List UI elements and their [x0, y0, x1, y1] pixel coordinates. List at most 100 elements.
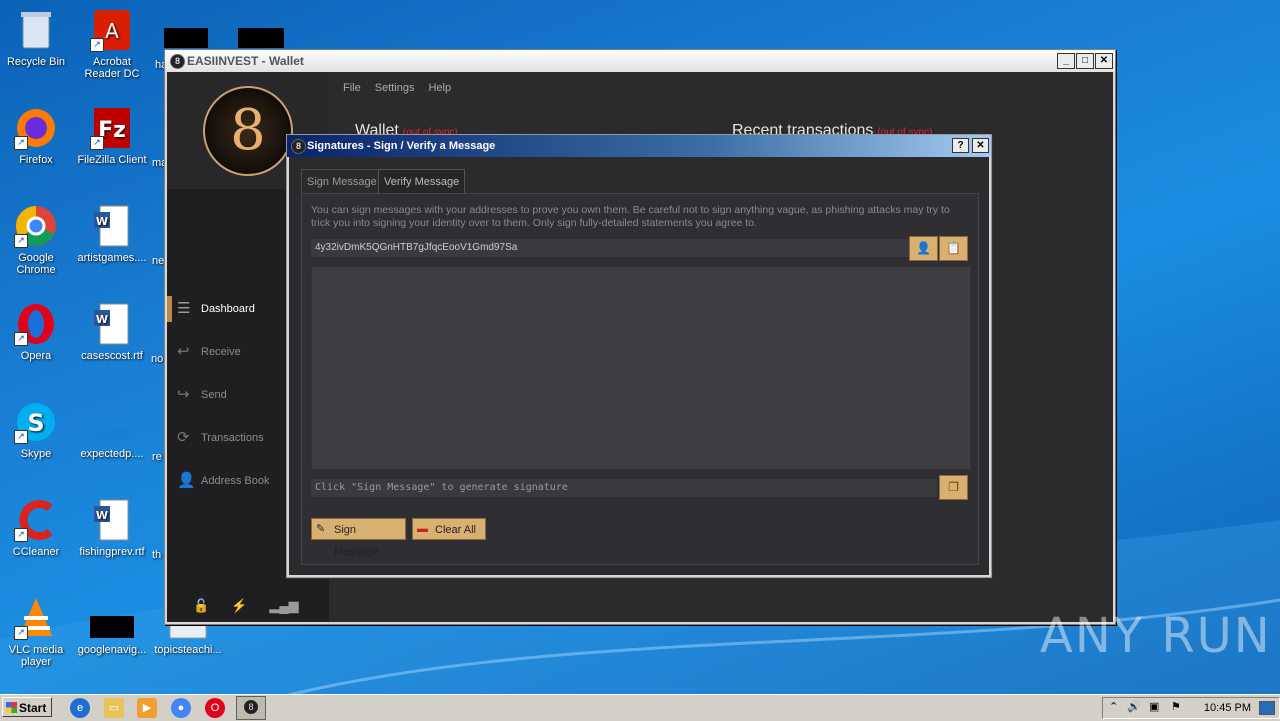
start-button[interactable]: Start — [2, 697, 52, 717]
partial-label: no — [151, 353, 164, 365]
desktop-icon-label: expectedp.... — [80, 448, 144, 460]
signal-icon[interactable]: ▂▄▆ — [269, 598, 298, 614]
desktop-icon-label: Google Chrome — [16, 252, 56, 276]
unlock-icon[interactable]: 🔓 — [193, 598, 209, 614]
dialog-close-button[interactable]: ✕ — [972, 138, 989, 153]
desktop-icon-casescost[interactable]: W casescost.rtf — [76, 302, 148, 362]
volume-icon[interactable]: 🔊 — [1127, 700, 1141, 713]
desktop-icon-recycle-bin[interactable]: Recycle Bin — [0, 8, 72, 68]
word-doc-icon: W — [90, 498, 134, 542]
minimize-button[interactable]: _ — [1057, 53, 1075, 69]
firefox-icon: ↗ — [14, 106, 58, 150]
desktop-icon-ccleaner[interactable]: ↗ CCleaner — [0, 498, 72, 558]
show-desktop-icon[interactable] — [1259, 701, 1275, 715]
clock[interactable]: 10:45 PM — [1204, 702, 1251, 714]
desktop-icon-label: artistgames.... — [77, 252, 147, 264]
person-icon: 👤 — [916, 241, 931, 255]
sign-message-button[interactable]: ✎ Sign Message — [311, 518, 406, 558]
folder-icon[interactable]: ▭ — [104, 698, 124, 718]
vlc-icon: ↗ — [14, 596, 58, 640]
chrome-icon: ↗ — [14, 204, 58, 248]
nav-label: Dashboard — [201, 303, 255, 315]
list-icon: ☰ — [177, 300, 191, 317]
opera-icon[interactable]: O — [205, 698, 225, 718]
clear-all-button[interactable]: ▬ Clear All — [412, 518, 486, 540]
svg-text:A: A — [105, 19, 119, 43]
opera-icon: ↗ — [14, 302, 58, 346]
wallet-logo-icon: 8 — [203, 85, 293, 176]
hidden-icon — [238, 28, 284, 48]
person-icon: 👤 — [177, 472, 196, 489]
desktop-icon-label: Opera — [20, 350, 52, 362]
menu-help[interactable]: Help — [428, 82, 451, 94]
address-book-button[interactable]: 👤 — [909, 236, 938, 261]
wallet-taskbar-button[interactable]: 8 — [236, 696, 266, 720]
ie-icon[interactable]: e — [70, 698, 90, 718]
desktop-icon-label: Recycle Bin — [6, 56, 66, 68]
menu-file[interactable]: File — [343, 82, 361, 94]
svg-text:S: S — [27, 409, 44, 437]
chrome-icon[interactable]: ● — [171, 698, 191, 718]
desktop-icon-expectedp[interactable]: expectedp.... — [76, 400, 148, 460]
desktop-icon-firefox[interactable]: ↗ Firefox — [0, 106, 72, 166]
ccleaner-icon: ↗ — [14, 498, 58, 542]
hidden-icon — [164, 28, 208, 48]
clear-all-label: Clear All — [435, 524, 476, 536]
desktop-icon-label: FileZilla Client — [77, 154, 147, 166]
desktop-icon-label: CCleaner — [12, 546, 60, 558]
anyrun-watermark: ANY RUN — [1040, 608, 1272, 664]
sign-message-label: Sign Message — [334, 524, 379, 558]
file-icon — [90, 596, 134, 640]
desktop-icon-fishingprev[interactable]: W fishingprev.rtf — [76, 498, 148, 558]
svg-text:W: W — [96, 215, 108, 228]
desktop-icon-acrobat[interactable]: A ↗ Acrobat Reader DC — [76, 8, 148, 80]
desktop-icon-skype[interactable]: S ↗ Skype — [0, 400, 72, 460]
word-doc-icon: W — [90, 204, 134, 248]
maximize-button[interactable]: □ — [1076, 53, 1094, 69]
start-label: Start — [19, 701, 47, 715]
lightning-icon[interactable]: ⚡ — [231, 598, 247, 614]
copy-signature-button[interactable]: ❐ — [939, 475, 968, 500]
desktop-icon-googlenavig[interactable]: googlenavig... — [76, 596, 148, 656]
svg-text:W: W — [96, 509, 108, 522]
wallet-title: EASIINVEST - Wallet — [187, 54, 304, 68]
signature-output[interactable]: Click "Sign Message" to generate signatu… — [311, 479, 937, 497]
dialog-titlebar[interactable]: 8 Signatures - Sign / Verify a Message ?… — [287, 135, 991, 157]
desktop-icon-chrome[interactable]: ↗ Google Chrome — [0, 204, 72, 276]
signatures-dialog: 8 Signatures - Sign / Verify a Message ?… — [286, 134, 992, 578]
partial-label: re — [152, 451, 162, 463]
media-player-icon[interactable]: ▶ — [137, 698, 157, 718]
file-icon — [90, 400, 134, 444]
menu-settings[interactable]: Settings — [375, 82, 415, 94]
chevron-up-icon[interactable]: ⌃ — [1109, 700, 1118, 713]
menu-bar: File Settings Help — [343, 82, 451, 94]
partial-label: th — [152, 549, 162, 561]
status-icons: 🔓 ⚡ ▂▄▆ — [193, 598, 299, 614]
desktop-icon-label: fishingprev.rtf — [79, 546, 145, 558]
address-input[interactable]: 4y32ivDmK5QGnHTB7gJfqcEooV1Gmd97Sa — [311, 239, 913, 257]
tab-verify-message[interactable]: Verify Message — [378, 169, 466, 194]
message-textarea[interactable] — [311, 266, 971, 470]
eraser-icon: ▬ — [417, 523, 428, 535]
desktop-icon-label: VLC media player — [8, 644, 64, 668]
acrobat-icon: A ↗ — [90, 8, 134, 52]
desktop-icon-artistgames[interactable]: W artistgames.... — [76, 204, 148, 264]
desktop-icon-vlc[interactable]: ↗ VLC media player — [0, 596, 72, 668]
desktop-icon-filezilla[interactable]: Fz ↗ FileZilla Client — [76, 106, 148, 166]
desktop-icon-label: topicsteachi... — [154, 644, 222, 656]
dialog-body: Sign Message Verify Message You can sign… — [289, 157, 989, 575]
filezilla-icon: Fz ↗ — [90, 106, 134, 150]
help-button[interactable]: ? — [952, 138, 969, 153]
tab-sign-message[interactable]: Sign Message — [301, 169, 383, 194]
desktop-icon-opera[interactable]: ↗ Opera — [0, 302, 72, 362]
wallet-titlebar[interactable]: 8 EASIINVEST - Wallet _ □ ✕ — [165, 50, 1115, 72]
app-logo-icon: 8 — [244, 700, 258, 714]
copy-icon: ❐ — [948, 480, 959, 494]
network-icon[interactable]: ▣ — [1149, 700, 1159, 713]
flag-icon[interactable]: ⚑ — [1171, 700, 1181, 713]
paste-button[interactable]: 📋 — [939, 236, 968, 261]
close-button[interactable]: ✕ — [1095, 53, 1113, 69]
shortcut-arrow-icon: ↗ — [14, 234, 28, 248]
nav-label: Transactions — [201, 432, 264, 444]
desktop-icon-label: casescost.rtf — [81, 350, 143, 362]
